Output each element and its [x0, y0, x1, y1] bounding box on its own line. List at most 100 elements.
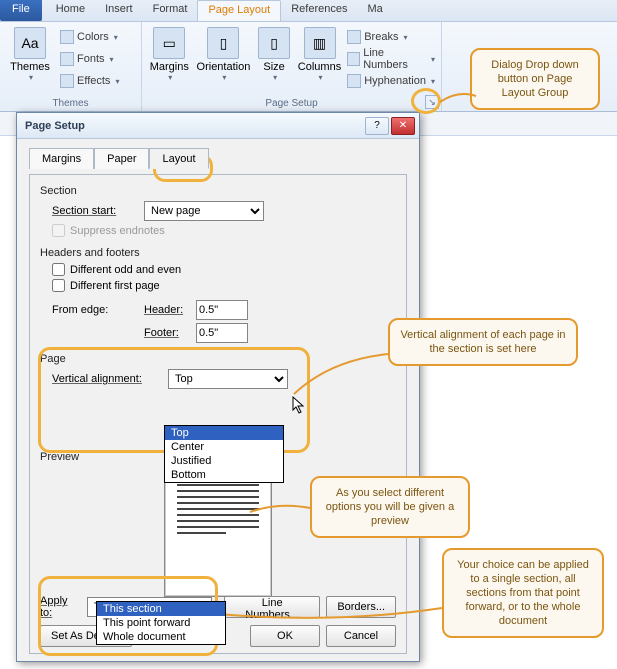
diff-first-page-checkbox[interactable]: Different first page — [52, 279, 396, 292]
callout-apply-to: Your choice can be applied to a single s… — [442, 548, 604, 638]
themes-button[interactable]: Aa Themes ▾ — [6, 25, 54, 82]
colors-icon — [60, 30, 74, 44]
effects-label: Effects — [77, 75, 110, 87]
chevron-down-icon: ▾ — [29, 73, 33, 82]
orientation-button[interactable]: ▯Orientation▾ — [197, 25, 251, 82]
columns-label: Columns — [298, 61, 341, 73]
line-numbers-button[interactable]: Line Numbers... — [224, 596, 320, 618]
breaks-label: Breaks — [364, 31, 398, 43]
margins-button[interactable]: ▭ Margins▾ — [148, 25, 191, 82]
page-setup-dialog: Page Setup ? ✕ Margins Paper Layout Sect… — [16, 112, 420, 662]
dialog-panel: Section Section start: New page Suppress… — [29, 174, 407, 654]
apply-option-this-section[interactable]: This section — [97, 602, 225, 616]
diff-odd-even-label: Different odd and even — [70, 264, 181, 276]
ok-button[interactable]: OK — [250, 625, 320, 647]
hyphenation-icon — [347, 74, 361, 88]
tab-format[interactable]: Format — [143, 0, 198, 21]
ribbon-tabs: File Home Insert Format Page Layout Refe… — [0, 0, 617, 22]
chevron-down-icon: ▾ — [318, 73, 322, 82]
apply-to-dropdown[interactable]: This section This point forward Whole do… — [96, 601, 226, 645]
themes-label: Themes — [10, 61, 50, 73]
from-edge-label: From edge: — [52, 304, 138, 316]
margins-icon: ▭ — [153, 27, 185, 59]
header-edge-label: Header: — [144, 304, 190, 316]
section-start-select[interactable]: New page — [144, 201, 264, 221]
fonts-icon — [60, 52, 74, 66]
themes-icon: Aa — [14, 27, 46, 59]
dialog-titlebar[interactable]: Page Setup ? ✕ — [17, 113, 419, 139]
section-start-label: Section start: — [52, 205, 138, 217]
diff-first-page-input[interactable] — [52, 279, 65, 292]
tab-home[interactable]: Home — [46, 0, 95, 21]
footer-edge-input[interactable] — [196, 323, 248, 343]
vertical-alignment-label: Vertical alignment: — [52, 373, 162, 385]
callout-preview: As you select different options you will… — [310, 476, 470, 538]
chevron-down-icon: ▾ — [431, 55, 435, 64]
colors-label: Colors — [77, 31, 109, 43]
tab-page-layout[interactable]: Page Layout — [197, 0, 281, 21]
chevron-down-icon: ▾ — [431, 77, 435, 86]
size-icon: ▯ — [258, 27, 290, 59]
close-button[interactable]: ✕ — [391, 117, 415, 135]
size-button[interactable]: ▯Size▾ — [256, 25, 291, 82]
dialog-tab-layout[interactable]: Layout — [149, 148, 208, 169]
fonts-button[interactable]: Fonts▾ — [60, 49, 119, 69]
cursor-icon — [292, 396, 306, 414]
breaks-button[interactable]: Breaks ▾ — [347, 27, 435, 47]
orientation-label: Orientation — [197, 61, 251, 73]
apply-to-label: Apply to: — [40, 595, 81, 619]
hyphenation-button[interactable]: Hyphenation ▾ — [347, 71, 435, 91]
apply-option-point-forward[interactable]: This point forward — [97, 616, 225, 630]
section-heading: Section — [40, 185, 396, 197]
group-page-setup: ▭Margins▾ ▯Orientation▾ ▯Size▾ ▥Columns▾… — [142, 22, 442, 111]
vertical-alignment-select[interactable]: Top — [168, 369, 288, 389]
va-option-justified[interactable]: Justified — [165, 454, 283, 468]
tab-mailings[interactable]: Ma — [357, 0, 392, 21]
page-heading: Page — [40, 353, 396, 365]
suppress-endnotes-label: Suppress endnotes — [70, 225, 165, 237]
chevron-down-icon: ▾ — [403, 33, 407, 42]
columns-icon: ▥ — [304, 27, 336, 59]
page-setup-launcher[interactable]: ↘ — [425, 95, 439, 109]
tab-insert[interactable]: Insert — [95, 0, 143, 21]
chevron-down-icon: ▾ — [168, 73, 172, 82]
hyphenation-label: Hyphenation — [364, 75, 426, 87]
columns-button[interactable]: ▥ Columns▾ — [298, 25, 341, 82]
line-numbers-button[interactable]: Line Numbers ▾ — [347, 49, 435, 69]
borders-button[interactable]: Borders... — [326, 596, 396, 618]
dialog-title: Page Setup — [25, 120, 363, 132]
apply-option-whole-document[interactable]: Whole document — [97, 630, 225, 644]
dialog-tabs: Margins Paper Layout — [29, 147, 407, 168]
line-numbers-icon — [347, 52, 360, 66]
suppress-endnotes-input — [52, 224, 65, 237]
vertical-alignment-dropdown[interactable]: Top Center Justified Bottom — [164, 425, 284, 483]
margins-label: Margins — [150, 61, 189, 73]
effects-button[interactable]: Effects ▾ — [60, 71, 119, 91]
orientation-icon: ▯ — [207, 27, 239, 59]
dialog-tab-paper[interactable]: Paper — [94, 148, 149, 169]
group-themes: Aa Themes ▾ Colors▾ Fonts▾ Effects▾ Them… — [0, 22, 142, 111]
va-option-center[interactable]: Center — [165, 440, 283, 454]
footer-edge-label: Footer: — [144, 327, 190, 339]
callout-vertical-alignment: Vertical alignment of each page in the s… — [388, 318, 578, 366]
colors-button[interactable]: Colors ▾ — [60, 27, 119, 47]
diff-first-page-label: Different first page — [70, 280, 160, 292]
callout-launcher: Dialog Drop down button on Page Layout G… — [470, 48, 600, 110]
tab-references[interactable]: References — [281, 0, 357, 21]
va-option-bottom[interactable]: Bottom — [165, 468, 283, 482]
diff-odd-even-checkbox[interactable]: Different odd and even — [52, 263, 396, 276]
header-edge-input[interactable] — [196, 300, 248, 320]
diff-odd-even-input[interactable] — [52, 263, 65, 276]
suppress-endnotes-checkbox: Suppress endnotes — [52, 224, 396, 237]
va-option-top[interactable]: Top — [165, 426, 283, 440]
chevron-down-icon: ▾ — [114, 33, 118, 42]
group-label-page-setup: Page Setup — [148, 97, 435, 111]
help-button[interactable]: ? — [365, 117, 389, 135]
fonts-label: Fonts — [77, 53, 105, 65]
tab-file[interactable]: File — [0, 0, 42, 21]
dialog-tab-margins[interactable]: Margins — [29, 148, 94, 169]
chevron-down-icon: ▾ — [115, 77, 119, 86]
cancel-button[interactable]: Cancel — [326, 625, 396, 647]
line-numbers-label: Line Numbers — [363, 47, 426, 71]
headers-footers-heading: Headers and footers — [40, 247, 396, 259]
